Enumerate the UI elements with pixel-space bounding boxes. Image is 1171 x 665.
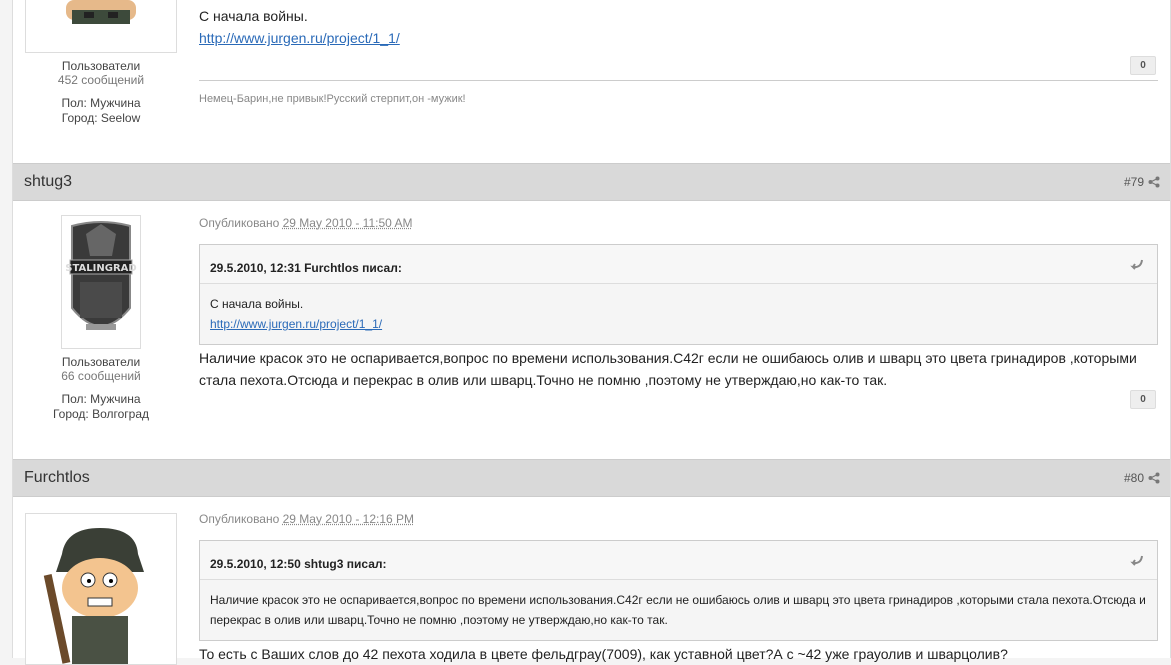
author-gender: Пол: Мужчина <box>61 392 141 406</box>
author-group: Пользователи <box>61 59 141 73</box>
post-text: Наличие красок это не оспаривается,вопро… <box>199 350 1137 388</box>
avatar-image <box>66 0 136 24</box>
author-gender: Пол: Мужчина <box>61 96 141 110</box>
share-icon[interactable] <box>1148 176 1160 188</box>
quote-text: С начала войны. <box>210 297 304 311</box>
author-post-count: 452 сообщений <box>57 73 145 87</box>
quote-body: С начала войны. http://www.jurgen.ru/pro… <box>200 284 1157 344</box>
quote-header: 29.5.2010, 12:50 shtug3 писал: <box>200 541 1157 580</box>
post-content: Опубликовано 29 May 2010 - 12:16 PM 29.5… <box>199 508 1158 665</box>
quote-jump-icon[interactable] <box>1129 554 1143 566</box>
avatar[interactable] <box>25 513 177 665</box>
author-panel: Пользователи 452 сообщений Пол: Мужчина … <box>13 0 189 126</box>
author-panel <box>13 513 189 665</box>
post-number-link[interactable]: #79 <box>1124 175 1144 189</box>
post-text: С начала войны. <box>199 8 308 24</box>
published-date[interactable]: 29 May 2010 - 11:50 AM <box>283 216 413 230</box>
post-content: С начала войны. http://www.jurgen.ru/pro… <box>199 5 1158 49</box>
quote-body: Наличие красок это не оспаривается,вопро… <box>200 580 1157 640</box>
forum-page: Пользователи 452 сообщений Пол: Мужчина … <box>12 0 1171 665</box>
quote-title: 29.5.2010, 12:50 shtug3 писал: <box>210 557 387 571</box>
reputation-button[interactable]: 0 <box>1130 56 1156 75</box>
share-icon[interactable] <box>1148 472 1160 484</box>
post-78: Пользователи 452 сообщений Пол: Мужчина … <box>13 0 1170 163</box>
signature-divider <box>199 80 1158 81</box>
quote-block: 29.5.2010, 12:50 shtug3 писал: Наличие к… <box>199 540 1158 641</box>
avatar[interactable]: STALINGRAD <box>61 215 141 349</box>
avatar-image <box>43 528 144 664</box>
author-city: Город: Seelow <box>61 111 141 125</box>
avatar-image: STALINGRAD <box>65 221 137 330</box>
post-meta: Опубликовано 29 May 2010 - 12:16 PM <box>199 508 1158 530</box>
post-meta: Опубликовано 29 May 2010 - 11:50 AM <box>199 212 1158 234</box>
quote-text: Наличие красок это не оспаривается,вопро… <box>210 593 1146 627</box>
published-label: Опубликовано <box>199 216 280 230</box>
author-panel: STALINGRAD Пользователи 66 сообщений Пол… <box>13 215 189 422</box>
post-content: Опубликовано 29 May 2010 - 11:50 AM 29.5… <box>199 212 1158 391</box>
author-name[interactable]: Furchtlos <box>24 469 90 487</box>
post-header: Furchtlos #80 <box>13 459 1170 497</box>
quote-title: 29.5.2010, 12:31 Furchtlos писал: <box>210 261 402 275</box>
post-link[interactable]: http://www.jurgen.ru/project/1_1/ <box>199 30 400 46</box>
post-number-link[interactable]: #80 <box>1124 471 1144 485</box>
author-name[interactable]: shtug3 <box>24 173 72 191</box>
author-post-count: 66 сообщений <box>61 369 141 383</box>
post-text: То есть с Ваших слов до 42 пехота ходила… <box>199 646 1008 662</box>
signature: Немец-Барин,не привык!Русский стерпит,он… <box>199 93 466 105</box>
post-79: shtug3 #79 STALINGRAD Пользователи 66 со… <box>13 163 1170 459</box>
avatar[interactable] <box>25 0 177 53</box>
published-date[interactable]: 29 May 2010 - 12:16 PM <box>283 512 414 526</box>
post-80: Furchtlos #80 Опубликовано 29 May 2010 -… <box>13 459 1170 665</box>
avatar-caption: STALINGRAD <box>65 263 136 274</box>
quote-jump-icon[interactable] <box>1129 258 1143 270</box>
author-city: Город: Волгоград <box>52 407 150 421</box>
published-label: Опубликовано <box>199 512 280 526</box>
post-header: shtug3 #79 <box>13 163 1170 201</box>
quote-header: 29.5.2010, 12:31 Furchtlos писал: <box>200 245 1157 284</box>
quote-link[interactable]: http://www.jurgen.ru/project/1_1/ <box>210 317 382 331</box>
quote-block: 29.5.2010, 12:31 Furchtlos писал: С нача… <box>199 244 1158 345</box>
reputation-button[interactable]: 0 <box>1130 390 1156 409</box>
author-group: Пользователи <box>61 355 141 369</box>
